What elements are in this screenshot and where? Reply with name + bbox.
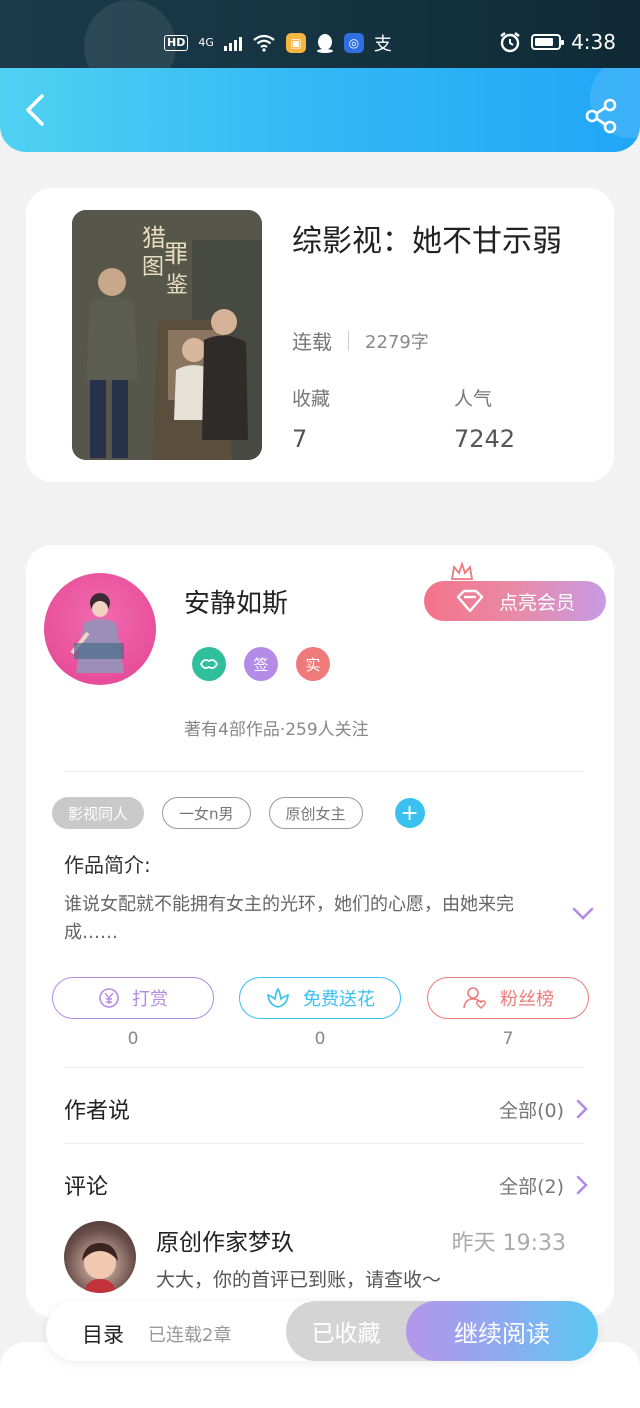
- author-name[interactable]: 安静如斯: [184, 583, 288, 620]
- intro-title: 作品简介:: [64, 853, 151, 877]
- continue-reading-button[interactable]: 继续阅读: [406, 1301, 598, 1361]
- svg-text:罪: 罪: [164, 240, 188, 268]
- wifi-icon: [253, 34, 275, 52]
- comments-title: 评论: [64, 1175, 109, 1200]
- book-info-card: 猎 罪 图 鉴 综影视：她不甘示弱 连载 2279字 收藏 7 人气 7242: [26, 188, 614, 482]
- app-notification-icon: ▣: [285, 33, 306, 53]
- level-badge-icon[interactable]: [192, 647, 226, 681]
- share-icon[interactable]: [584, 98, 620, 134]
- chevron-down-icon[interactable]: [572, 907, 594, 921]
- section-divider: [64, 1067, 584, 1068]
- book-title: 综影视：她不甘示弱: [292, 224, 562, 259]
- alipay-icon: 支: [373, 34, 392, 55]
- favorites-label: 收藏: [292, 388, 331, 410]
- author-says-title: 作者说: [64, 1099, 131, 1124]
- tag-item[interactable]: 一女n男: [162, 797, 251, 829]
- comments-more[interactable]: 全部(2): [499, 1172, 588, 1199]
- send-flower-label: 免费送花: [303, 989, 375, 1010]
- favorited-label: 已收藏: [311, 1321, 381, 1347]
- bottom-action-bar: 目录 已连载2章 已收藏 继续阅读: [46, 1301, 598, 1361]
- yuan-icon: [99, 988, 119, 1008]
- author-card: 安静如斯 点亮会员 签 实 著有4部作品·259人关注 影视同人 一女n男 原创…: [26, 545, 614, 1317]
- book-meta: 连载 2279字: [292, 326, 429, 355]
- word-count: 2279字: [365, 331, 429, 353]
- chevron-right-icon: [576, 1175, 588, 1195]
- fan-icon: [463, 987, 486, 1009]
- svg-text:猎: 猎: [142, 224, 166, 252]
- vip-button-label: 点亮会员: [498, 591, 575, 614]
- section-divider: [64, 771, 584, 772]
- author-works-summary: 著有4部作品·259人关注: [184, 720, 369, 740]
- fan-count: 7: [502, 1029, 514, 1049]
- tip-count: 0: [127, 1029, 139, 1049]
- commenter-avatar[interactable]: [64, 1221, 136, 1293]
- comments-count: 全部(2): [499, 1175, 564, 1198]
- book-cover-image[interactable]: 猎 罪 图 鉴: [72, 210, 262, 460]
- send-flower-button[interactable]: 免费送花: [239, 977, 401, 1019]
- clock-time: 4:38: [571, 30, 616, 54]
- meta-divider: [348, 330, 349, 351]
- crown-icon: [450, 561, 474, 580]
- fan-ranking-button[interactable]: 粉丝榜: [427, 977, 589, 1019]
- svg-text:图: 图: [142, 255, 164, 280]
- network-type-label: 4G: [198, 36, 214, 49]
- chapter-count: 已连载2章: [148, 1325, 232, 1346]
- author-says-count: 全部(0): [499, 1099, 564, 1122]
- serial-status: 连载: [292, 330, 332, 354]
- popularity-stat: 人气 7242: [454, 384, 515, 453]
- flower-count: 0: [314, 1029, 326, 1049]
- signed-badge[interactable]: 签: [244, 647, 278, 681]
- chevron-right-icon: [576, 1099, 588, 1119]
- tag-list: 影视同人 一女n男 原创女主 +: [52, 797, 425, 829]
- status-bar: HD 4G ▣ ◎ 支 4:38: [0, 0, 640, 92]
- popularity-label: 人气: [454, 388, 493, 410]
- commenter-avatar-illustration: [82, 1243, 118, 1293]
- tip-button-label: 打赏: [132, 989, 168, 1010]
- flower-icon: [267, 987, 289, 1008]
- continue-reading-label: 继续阅读: [454, 1319, 550, 1348]
- qq-icon: [316, 34, 333, 53]
- author-badges: 签 实: [192, 647, 330, 681]
- signal-icon: [223, 35, 242, 51]
- verified-badge[interactable]: 实: [296, 647, 330, 681]
- vip-button[interactable]: 点亮会员: [424, 581, 606, 621]
- back-icon[interactable]: [18, 90, 54, 130]
- commenter-name[interactable]: 原创作家梦玖: [156, 1223, 294, 1257]
- alarm-icon: [500, 32, 520, 53]
- author-says-row[interactable]: 作者说 全部(0): [64, 1093, 588, 1125]
- comment-time: 昨天 19:33: [451, 1231, 566, 1256]
- favorites-stat: 收藏 7: [292, 384, 330, 453]
- fan-ranking-label: 粉丝榜: [500, 989, 554, 1010]
- status-icons-right: 4:38: [499, 30, 616, 54]
- author-says-more[interactable]: 全部(0): [499, 1096, 588, 1123]
- section-divider: [64, 1143, 584, 1144]
- tip-button[interactable]: 打赏: [52, 977, 214, 1019]
- comments-row[interactable]: 评论 全部(2): [64, 1169, 588, 1201]
- comment-text: 大大，你的首评已到账，请查收～: [156, 1269, 442, 1291]
- svg-text:鉴: 鉴: [166, 273, 188, 298]
- favorites-value: 7: [292, 425, 308, 453]
- cover-illustration: 猎 罪 图 鉴: [72, 210, 262, 460]
- tag-item[interactable]: 影视同人: [52, 797, 145, 829]
- author-avatar[interactable]: [44, 573, 156, 685]
- hd-icon: HD: [164, 35, 189, 51]
- shield-app-icon: ◎: [343, 33, 364, 53]
- toc-button[interactable]: 目录: [82, 1319, 124, 1349]
- avatar-illustration: [70, 593, 124, 673]
- tag-item[interactable]: 原创女主: [268, 797, 363, 829]
- add-tag-button[interactable]: +: [394, 798, 425, 828]
- battery-icon: [531, 34, 565, 50]
- diamond-icon: [456, 589, 484, 613]
- popularity-value: 7242: [454, 425, 516, 453]
- status-icons-left: HD 4G ▣ ◎ 支: [164, 30, 392, 56]
- intro-text: 谁说女配就不能拥有女主的光环，她们的心愿，由她来完成……: [64, 894, 514, 943]
- top-header: [0, 68, 640, 152]
